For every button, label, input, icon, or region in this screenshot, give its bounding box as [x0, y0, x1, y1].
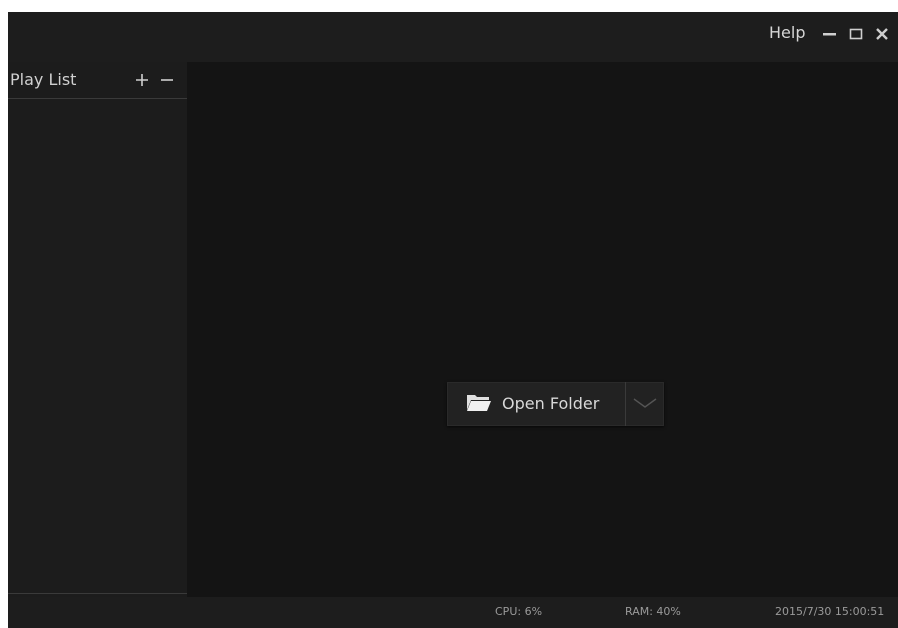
playlist-header: Play List — [8, 62, 187, 99]
title-bar: Help — [8, 12, 898, 62]
close-icon[interactable] — [872, 22, 892, 44]
open-folder-control: Open Folder — [447, 382, 664, 426]
playlist-panel: Play List — [8, 62, 187, 597]
ram-usage: RAM: 40% — [625, 605, 681, 618]
cpu-usage: CPU: 6% — [495, 605, 543, 618]
minus-icon[interactable] — [159, 71, 175, 89]
status-bar: CPU: 6% RAM: 40% 2015/7/30 15:00:51 — [8, 597, 898, 628]
playlist-items[interactable] — [8, 99, 187, 593]
datetime-readout: 2015/7/30 15:00:51 — [775, 605, 885, 618]
open-folder-button[interactable]: Open Folder — [447, 382, 625, 426]
video-display-area[interactable]: Open Folder — [187, 62, 898, 597]
playlist-title: Play List — [10, 70, 77, 89]
help-menu[interactable]: Help — [769, 23, 805, 43]
open-folder-label: Open Folder — [502, 394, 600, 413]
playlist-divider — [8, 593, 187, 594]
chevron-down-icon — [632, 395, 658, 414]
folder-icon — [466, 392, 492, 416]
open-folder-dropdown[interactable] — [626, 382, 664, 426]
plus-icon[interactable] — [134, 71, 150, 89]
minimize-icon[interactable] — [820, 22, 840, 44]
maximize-icon[interactable] — [846, 22, 866, 44]
player-window: Help Play List Open Folder CPU: 6% RAM: … — [8, 12, 898, 628]
